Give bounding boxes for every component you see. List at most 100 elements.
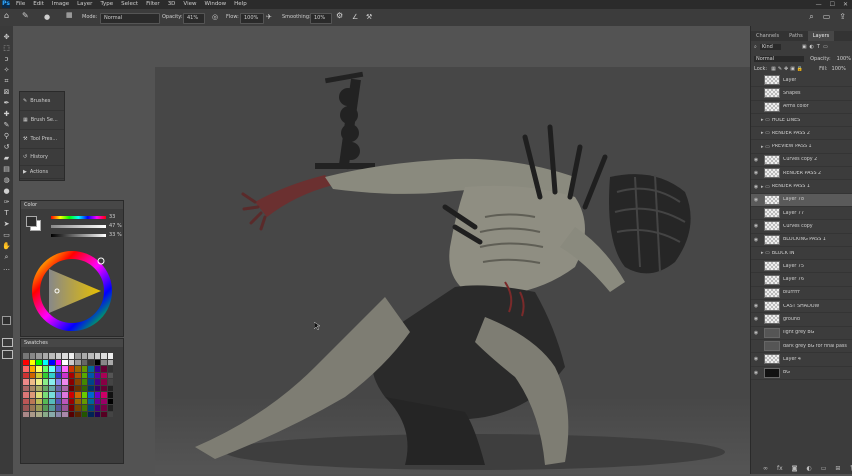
color-swatch[interactable] — [88, 359, 94, 365]
color-swatch[interactable] — [29, 366, 35, 372]
layer-group-row[interactable]: ▸ ▭ RENDER PASS 2 — [751, 127, 852, 141]
color-swatch[interactable] — [68, 385, 74, 391]
more-tools-icon[interactable]: … — [0, 263, 13, 274]
color-swatch[interactable] — [88, 385, 94, 391]
color-swatch[interactable] — [55, 411, 61, 417]
foreground-color-swatch[interactable] — [2, 316, 11, 325]
layer-group-row[interactable]: ◉ ▸ ▭ RENDER PASS 1 — [751, 180, 852, 194]
color-swatch[interactable] — [75, 385, 81, 391]
color-swatch[interactable] — [62, 411, 68, 417]
layer-group-row[interactable]: ▸ ▭ HOLE LINES — [751, 114, 852, 128]
share-icon[interactable]: ⇪ — [839, 12, 846, 22]
color-swatch[interactable] — [36, 366, 42, 372]
color-swatch[interactable] — [94, 372, 100, 378]
menu-3d[interactable]: 3D — [168, 0, 176, 9]
color-swatch[interactable] — [81, 405, 87, 411]
layer-row[interactable]: ◉ Layer 4 — [751, 353, 852, 367]
color-swatch[interactable] — [55, 392, 61, 398]
color-swatch[interactable] — [29, 405, 35, 411]
color-swatch[interactable] — [55, 385, 61, 391]
panel-button-brushes[interactable]: ✎ Brushes — [20, 92, 64, 111]
menu-file[interactable]: File — [16, 0, 25, 9]
color-swatch[interactable] — [68, 405, 74, 411]
color-swatch[interactable] — [88, 411, 94, 417]
color-panel-tab[interactable]: Color — [21, 201, 123, 209]
color-swatch[interactable] — [29, 379, 35, 385]
color-swatch[interactable] — [23, 359, 29, 365]
color-swatch[interactable] — [55, 372, 61, 378]
color-swatch[interactable] — [107, 366, 113, 372]
color-swatch[interactable] — [101, 398, 107, 404]
menu-layer[interactable]: Layer — [77, 0, 92, 9]
link-icon[interactable]: ∞ — [763, 465, 768, 472]
angle-icon[interactable]: ∠ — [352, 13, 358, 22]
hue-value[interactable]: 33 — [109, 214, 115, 220]
layer-group-row[interactable]: ▸ ▭ BLOCK IN — [751, 247, 852, 261]
color-swatch[interactable] — [75, 411, 81, 417]
color-swatch[interactable] — [81, 372, 87, 378]
color-swatch[interactable] — [101, 411, 107, 417]
color-swatch[interactable] — [49, 379, 55, 385]
panel-button-actions[interactable]: ▶ Actions — [20, 166, 64, 179]
color-swatch[interactable] — [75, 379, 81, 385]
layer-row[interactable]: ◉ ground — [751, 313, 852, 327]
color-swatch[interactable] — [94, 405, 100, 411]
opacity-field[interactable]: 100% — [837, 56, 851, 62]
color-swatch[interactable] — [29, 372, 35, 378]
color-swatch[interactable] — [29, 359, 35, 365]
color-swatch[interactable] — [107, 392, 113, 398]
color-swatch[interactable] — [81, 353, 87, 359]
filter-icons[interactable]: ▣◐T▭ — [802, 44, 831, 50]
type-tool-icon[interactable]: T — [0, 208, 13, 219]
visibility-eye-icon[interactable]: ◉ — [751, 356, 761, 362]
color-swatch[interactable] — [23, 405, 29, 411]
color-swatch[interactable] — [42, 385, 48, 391]
color-swatch[interactable] — [68, 372, 74, 378]
color-swatch[interactable] — [23, 366, 29, 372]
color-swatch[interactable] — [107, 398, 113, 404]
pressure-opacity-icon[interactable]: ◎ — [212, 13, 218, 22]
color-swatch[interactable] — [42, 353, 48, 359]
flow-field[interactable]: 100% — [240, 13, 264, 24]
color-swatch[interactable] — [29, 411, 35, 417]
mask-icon[interactable]: ◙ — [792, 465, 798, 472]
mode-select[interactable]: Normal — [100, 13, 160, 24]
color-swatch[interactable] — [81, 359, 87, 365]
brush-tool-icon[interactable]: ✎ — [0, 120, 13, 131]
color-swatch[interactable] — [88, 379, 94, 385]
minimize-icon[interactable]: — — [816, 0, 822, 9]
color-swatch[interactable] — [107, 405, 113, 411]
color-swatch[interactable] — [81, 379, 87, 385]
color-swatch[interactable] — [101, 385, 107, 391]
color-swatch[interactable] — [42, 411, 48, 417]
color-swatch[interactable] — [75, 366, 81, 372]
move-tool-icon[interactable]: ✥ — [0, 32, 13, 43]
color-swatch[interactable] — [42, 366, 48, 372]
new-layer-icon[interactable]: ⊞ — [835, 465, 840, 472]
color-swatch[interactable] — [107, 353, 113, 359]
visibility-eye-icon[interactable]: ◉ — [751, 170, 761, 176]
color-swatch[interactable] — [75, 359, 81, 365]
layer-row[interactable]: ◉ Curves copy — [751, 220, 852, 234]
layer-row[interactable]: Arms color — [751, 101, 852, 114]
smoothing-field[interactable]: 10% — [310, 13, 332, 24]
home-icon[interactable]: ⌂ — [4, 11, 9, 20]
folder-icon[interactable]: ▸ ▭ — [761, 130, 770, 136]
quick-mask-icon[interactable] — [2, 338, 13, 347]
panel-button-history[interactable]: ↺ History — [20, 149, 64, 166]
layer-row[interactable]: ◉ BLOCKING PASS 1 — [751, 234, 852, 247]
color-swatch[interactable] — [107, 385, 113, 391]
layer-row[interactable]: ◉ Curves copy 2 — [751, 154, 852, 168]
color-swatch[interactable] — [101, 405, 107, 411]
tab-layers[interactable]: Layers — [807, 31, 835, 41]
document-canvas[interactable] — [155, 67, 750, 474]
airbrush-icon[interactable]: ✈ — [266, 13, 272, 22]
color-swatch[interactable] — [49, 392, 55, 398]
brush-settings-icon[interactable]: ▦ — [66, 11, 73, 20]
color-swatch[interactable] — [81, 385, 87, 391]
color-swatch[interactable] — [49, 366, 55, 372]
eraser-icon[interactable]: ▰ — [0, 153, 13, 164]
color-swatch[interactable] — [36, 398, 42, 404]
fx-icon[interactable]: fx — [777, 465, 783, 472]
folder-icon[interactable]: ▸ ▭ — [761, 250, 770, 256]
